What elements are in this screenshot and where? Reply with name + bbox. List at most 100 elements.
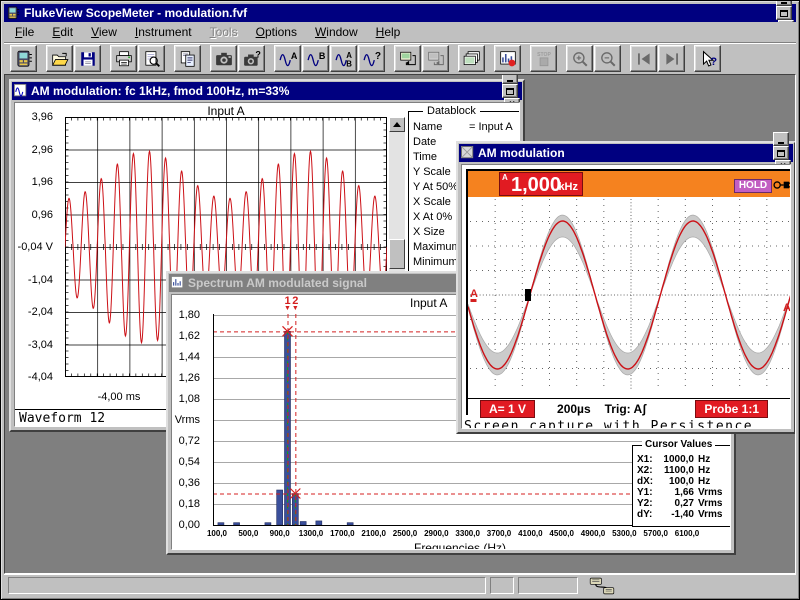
waveform-ab-button[interactable]: AB [330,45,357,72]
cursor-value-row: dY: -1,40 Vrms [637,509,726,520]
scope-readout-bar: A= 1 V 200µs Trig: Aʃ Probe 1:1 [468,398,790,418]
maximize-icon [506,87,514,95]
waveform-b-button[interactable]: B [302,45,329,72]
camera-help-icon: ? [243,50,260,66]
scope-caption-text: Screen capture with Persistence [464,419,754,429]
save-file-button[interactable] [74,45,101,72]
cursor-value-label: X2: [637,465,653,476]
camera-button[interactable] [210,45,237,72]
cursor-value-label: X1: [637,454,653,465]
svg-text:B: B [318,51,324,61]
datablock-label: Name [413,121,443,133]
y-tick-label: -0,04 V [17,241,53,253]
menu-item-window[interactable]: Window [306,23,367,41]
stop-recording-button: STOP [530,45,557,72]
spectrum-button[interactable] [494,45,521,72]
y-tick-label: 1,44 [178,351,200,363]
copy-button[interactable] [174,45,201,72]
toolbar-group [46,45,101,72]
toolbar-group [110,45,165,72]
trigger-marker [525,289,531,301]
scope-window-titlebar[interactable]: AM modulation × [459,132,793,174]
win-spectrum-icon [171,276,184,289]
spectrum-bar [346,522,354,526]
scopemeter-icon [16,50,32,67]
cursor-value-unit: Vrms [698,498,723,509]
toolbar-group [458,45,485,72]
frequency-readout: A 1,000 kHz [499,172,583,196]
print-preview-button[interactable] [138,45,165,72]
channel-scale-readout: A= 1 V [480,399,536,418]
datablock-value: = Input A [469,121,513,133]
main-title: FlukeView ScopeMeter - modulation.fvf [24,6,248,20]
cursor-value-unit: Hz [698,476,711,487]
replay-screens-button[interactable] [458,45,485,72]
right-channel-marker: A [783,302,791,314]
waveform-a-button[interactable]: A [274,45,301,72]
scrollbar-up-button[interactable] [389,117,405,132]
maximize-button[interactable] [502,84,518,98]
minimize-button[interactable] [773,132,789,146]
main-titlebar: FlukeView ScopeMeter - modulation.fvf × [4,1,796,34]
maximize-button[interactable] [776,6,792,20]
scopemeter-button[interactable] [10,45,37,72]
menu-item-instrument[interactable]: Instrument [126,23,201,41]
cursor-value-label: Y2: [637,498,653,509]
get-screen-icon [399,51,416,65]
win-wave-icon [14,84,27,97]
cursor-value-number: -1,40 [671,509,694,520]
cursor-value-number: 0,27 [674,498,694,509]
toolbar-group [10,45,37,72]
minimize-icon [507,79,513,82]
x-tick-label: 6100,0 [674,529,700,538]
scope-window-title: AM modulation [478,146,565,160]
y-tick-label: -2,04 [27,306,53,318]
svg-text:B: B [346,59,352,68]
svg-text:?: ? [374,51,380,62]
y-tick-label: 0,96 [31,208,53,221]
menu-item-help[interactable]: Help [367,23,410,41]
win-scope-icon [461,146,474,159]
cursor-value-number: 1000,0 [663,454,694,465]
spectrum-bar [315,520,323,526]
send-screen-icon [427,51,444,65]
waveform-window-titlebar[interactable]: AM modulation: fc 1kHz, fmod 100Hz, m=33… [12,75,522,112]
print-button[interactable] [110,45,137,72]
scope-window: AM modulation × A 1,000 kHz HOLD AA [456,132,795,434]
get-screen-button[interactable] [394,45,421,72]
toolbar-group [630,45,685,72]
y-tick-label: 0,54 [178,456,200,468]
context-help-button[interactable]: ? [694,45,721,72]
status-bar [4,574,796,596]
menu-item-tools[interactable]: Tools [201,23,247,41]
menu-bar: File Edit View Instrument Tools Options Window… [4,22,796,42]
camera-help-button[interactable]: ? [238,45,265,72]
minimize-button[interactable] [502,75,518,84]
cursor-value-unit: Vrms [698,509,723,520]
scope-screen-bezel: A 1,000 kHz HOLD AA A= 1 V 200µs Trig: A… [466,169,791,418]
cursor-value-number: 1,66 [674,487,694,498]
waveform-help-button[interactable]: ? [358,45,385,72]
y-tick-label: 0,90 Vrms [172,414,200,426]
menu-item-options[interactable]: Options [247,23,306,41]
scrollbar-thumb[interactable] [389,239,405,269]
zoom-out-icon [600,51,615,66]
spectrum-window-title: Spectrum AM modulated signal [188,276,367,290]
datablock-row: Name = Input A [413,120,519,135]
menu-item-edit[interactable]: Edit [43,23,82,41]
maximize-button[interactable] [773,146,789,160]
cursor-values-rows: X1: 1000,0 Hz X2: 1100,0 Hz dX: 100,0 Hz Y1: 1,66 V… [637,454,726,520]
menu-item-file[interactable]: File [6,23,43,41]
open-file-button[interactable] [46,45,73,72]
power-plug-icon [773,181,790,189]
cursor-value-number: 1100,0 [663,465,694,476]
waveform-ab-icon: AB [334,50,352,68]
mdi-workspace: AM modulation: fc 1kHz, fmod 100Hz, m=33… [4,74,796,574]
maximize-icon [780,9,788,17]
y-tick-label: 3,96 [31,111,53,123]
scope-window-icon [461,146,475,160]
toolbar-group [174,45,201,72]
last-screen-button [658,45,685,72]
menu-item-view[interactable]: View [82,23,126,41]
app-icon [6,6,20,20]
